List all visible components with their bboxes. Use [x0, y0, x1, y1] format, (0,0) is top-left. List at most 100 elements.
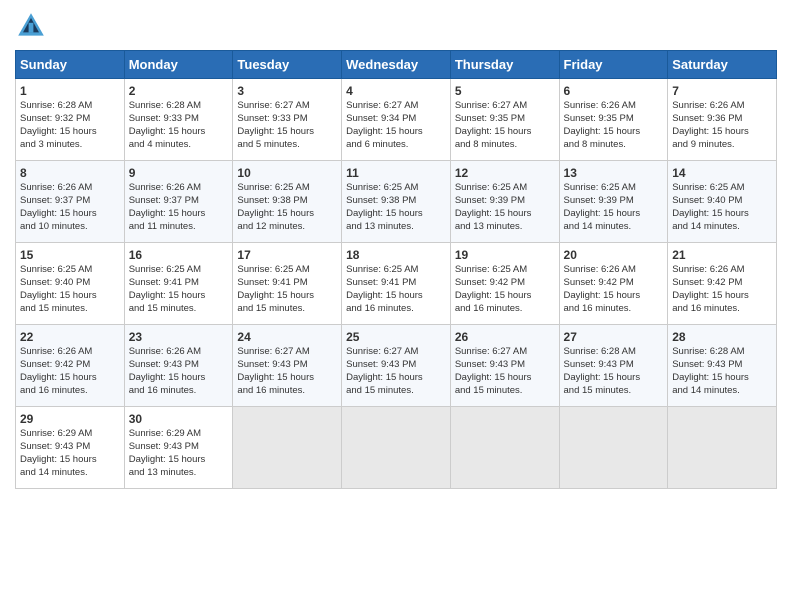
day-info: Daylight: 15 hours	[20, 372, 120, 385]
calendar-day-cell: 17Sunrise: 6:25 AMSunset: 9:41 PMDayligh…	[233, 243, 342, 325]
day-info: Daylight: 15 hours	[455, 208, 555, 221]
day-info: and 10 minutes.	[20, 221, 120, 234]
calendar-week-row: 29Sunrise: 6:29 AMSunset: 9:43 PMDayligh…	[16, 407, 777, 489]
day-info: Sunset: 9:43 PM	[20, 441, 120, 454]
day-info: and 15 minutes.	[20, 303, 120, 316]
day-info: and 15 minutes.	[237, 303, 337, 316]
day-info: Sunset: 9:39 PM	[564, 195, 664, 208]
day-info: Daylight: 15 hours	[346, 290, 446, 303]
day-info: Daylight: 15 hours	[455, 290, 555, 303]
day-number: 18	[346, 247, 446, 263]
calendar-day-cell: 15Sunrise: 6:25 AMSunset: 9:40 PMDayligh…	[16, 243, 125, 325]
day-header: Friday	[559, 51, 668, 79]
day-info: Sunset: 9:43 PM	[129, 441, 229, 454]
day-number: 21	[672, 247, 772, 263]
day-info: Daylight: 15 hours	[672, 208, 772, 221]
day-number: 14	[672, 165, 772, 181]
day-info: and 8 minutes.	[455, 139, 555, 152]
day-info: and 16 minutes.	[672, 303, 772, 316]
day-info: and 16 minutes.	[346, 303, 446, 316]
day-info: and 14 minutes.	[672, 221, 772, 234]
day-info: Sunrise: 6:27 AM	[455, 100, 555, 113]
day-info: Sunrise: 6:26 AM	[20, 346, 120, 359]
day-info: and 16 minutes.	[129, 385, 229, 398]
calendar-day-cell: 21Sunrise: 6:26 AMSunset: 9:42 PMDayligh…	[668, 243, 777, 325]
day-header: Saturday	[668, 51, 777, 79]
calendar-day-cell: 28Sunrise: 6:28 AMSunset: 9:43 PMDayligh…	[668, 325, 777, 407]
calendar-day-cell	[450, 407, 559, 489]
day-info: and 12 minutes.	[237, 221, 337, 234]
day-info: Sunrise: 6:26 AM	[672, 264, 772, 277]
day-number: 12	[455, 165, 555, 181]
day-info: Daylight: 15 hours	[564, 208, 664, 221]
day-info: Daylight: 15 hours	[129, 372, 229, 385]
day-info: Sunset: 9:40 PM	[20, 277, 120, 290]
day-info: Daylight: 15 hours	[20, 208, 120, 221]
day-info: Sunrise: 6:25 AM	[346, 182, 446, 195]
calendar-day-cell: 14Sunrise: 6:25 AMSunset: 9:40 PMDayligh…	[668, 161, 777, 243]
day-info: Sunrise: 6:25 AM	[455, 182, 555, 195]
day-info: Sunrise: 6:29 AM	[129, 428, 229, 441]
day-info: and 13 minutes.	[455, 221, 555, 234]
day-info: and 15 minutes.	[129, 303, 229, 316]
day-info: Daylight: 15 hours	[672, 372, 772, 385]
day-number: 24	[237, 329, 337, 345]
day-info: Sunset: 9:36 PM	[672, 113, 772, 126]
day-info: Sunset: 9:41 PM	[129, 277, 229, 290]
day-info: Sunrise: 6:26 AM	[672, 100, 772, 113]
day-info: Sunset: 9:35 PM	[455, 113, 555, 126]
day-number: 10	[237, 165, 337, 181]
day-number: 27	[564, 329, 664, 345]
calendar-day-cell: 23Sunrise: 6:26 AMSunset: 9:43 PMDayligh…	[124, 325, 233, 407]
day-info: Sunrise: 6:28 AM	[564, 346, 664, 359]
calendar-day-cell: 7Sunrise: 6:26 AMSunset: 9:36 PMDaylight…	[668, 79, 777, 161]
calendar-day-cell	[233, 407, 342, 489]
day-info: Daylight: 15 hours	[20, 290, 120, 303]
day-info: Sunset: 9:38 PM	[346, 195, 446, 208]
calendar-day-cell: 2Sunrise: 6:28 AMSunset: 9:33 PMDaylight…	[124, 79, 233, 161]
day-info: Sunrise: 6:27 AM	[346, 100, 446, 113]
day-info: Daylight: 15 hours	[346, 372, 446, 385]
day-info: Sunrise: 6:25 AM	[129, 264, 229, 277]
day-info: Sunset: 9:34 PM	[346, 113, 446, 126]
day-info: Daylight: 15 hours	[20, 454, 120, 467]
day-info: Daylight: 15 hours	[455, 126, 555, 139]
calendar-week-row: 15Sunrise: 6:25 AMSunset: 9:40 PMDayligh…	[16, 243, 777, 325]
day-number: 11	[346, 165, 446, 181]
day-info: Sunrise: 6:25 AM	[672, 182, 772, 195]
day-info: Daylight: 15 hours	[129, 208, 229, 221]
calendar-day-cell	[342, 407, 451, 489]
day-info: Sunrise: 6:25 AM	[237, 264, 337, 277]
day-info: Daylight: 15 hours	[20, 126, 120, 139]
day-number: 2	[129, 83, 229, 99]
day-info: Sunrise: 6:26 AM	[129, 346, 229, 359]
day-info: Sunset: 9:33 PM	[237, 113, 337, 126]
calendar-day-cell	[668, 407, 777, 489]
day-info: and 14 minutes.	[20, 467, 120, 480]
day-info: Sunset: 9:43 PM	[455, 359, 555, 372]
day-info: and 11 minutes.	[129, 221, 229, 234]
calendar-week-row: 1Sunrise: 6:28 AMSunset: 9:32 PMDaylight…	[16, 79, 777, 161]
day-info: Sunrise: 6:27 AM	[237, 346, 337, 359]
day-info: and 3 minutes.	[20, 139, 120, 152]
day-info: Sunrise: 6:28 AM	[20, 100, 120, 113]
day-number: 15	[20, 247, 120, 263]
calendar-day-cell: 13Sunrise: 6:25 AMSunset: 9:39 PMDayligh…	[559, 161, 668, 243]
day-info: Sunset: 9:43 PM	[346, 359, 446, 372]
day-number: 30	[129, 411, 229, 427]
day-number: 6	[564, 83, 664, 99]
calendar-header-row: SundayMondayTuesdayWednesdayThursdayFrid…	[16, 51, 777, 79]
calendar-day-cell: 24Sunrise: 6:27 AMSunset: 9:43 PMDayligh…	[233, 325, 342, 407]
day-number: 13	[564, 165, 664, 181]
day-info: Sunset: 9:37 PM	[129, 195, 229, 208]
day-info: Daylight: 15 hours	[564, 372, 664, 385]
day-info: and 14 minutes.	[564, 221, 664, 234]
day-info: Daylight: 15 hours	[129, 454, 229, 467]
day-info: Sunrise: 6:25 AM	[20, 264, 120, 277]
logo	[15, 10, 51, 42]
calendar-day-cell: 26Sunrise: 6:27 AMSunset: 9:43 PMDayligh…	[450, 325, 559, 407]
calendar-day-cell: 25Sunrise: 6:27 AMSunset: 9:43 PMDayligh…	[342, 325, 451, 407]
day-info: Sunrise: 6:25 AM	[455, 264, 555, 277]
calendar-table: SundayMondayTuesdayWednesdayThursdayFrid…	[15, 50, 777, 489]
calendar-day-cell: 1Sunrise: 6:28 AMSunset: 9:32 PMDaylight…	[16, 79, 125, 161]
